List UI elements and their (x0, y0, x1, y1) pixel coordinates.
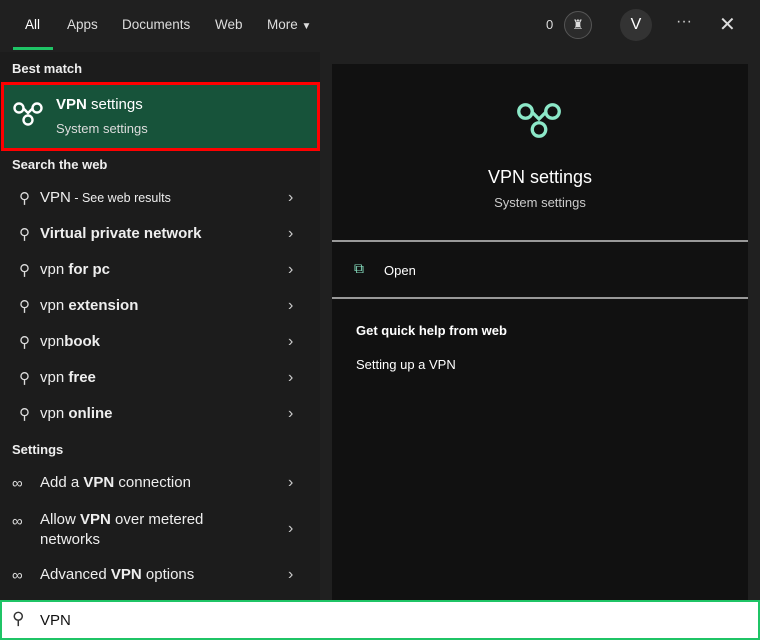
chevron-right-icon[interactable]: › (288, 225, 293, 243)
web-result[interactable]: ⚲ vpn free › (0, 360, 320, 396)
result-text: vpn (40, 405, 69, 422)
result-text-bold: extension (68, 297, 139, 314)
chevron-right-icon[interactable]: › (288, 520, 293, 538)
open-button[interactable]: ⧉ Open (354, 260, 554, 282)
search-icon: ⚲ (19, 190, 30, 207)
search-icon: ⚲ (12, 609, 25, 628)
vpn-icon: ∞ (12, 513, 23, 530)
result-text: Add a (40, 474, 84, 491)
web-result[interactable]: ⚲ vpn for pc › (0, 252, 320, 288)
tab-more[interactable]: More ▼ (267, 17, 311, 32)
best-title-rest: settings (86, 96, 143, 113)
chevron-right-icon[interactable]: › (288, 333, 293, 351)
rewards-points: 0 (546, 17, 554, 32)
result-text-bold: for pc (68, 261, 111, 278)
chevron-right-icon[interactable]: › (288, 297, 293, 315)
help-heading: Get quick help from web (356, 323, 507, 338)
result-text: vpn (40, 333, 65, 350)
result-text-bold: online (68, 405, 113, 422)
setting-result[interactable]: ∞ Advanced VPN options › (0, 557, 320, 593)
result-text: VPN (40, 189, 71, 206)
result-text: vpn (40, 261, 69, 278)
divider (332, 240, 748, 242)
tab-web[interactable]: Web (215, 17, 243, 32)
best-title-bold: VPN (56, 96, 87, 113)
best-match-vpn-settings[interactable]: VPN settings System settings (1, 82, 320, 151)
search-icon: ⚲ (19, 406, 30, 423)
chevron-right-icon[interactable]: › (288, 369, 293, 387)
best-subtitle: System settings (56, 121, 148, 136)
chevron-right-icon[interactable]: › (288, 189, 293, 207)
web-result[interactable]: ⚲ vpnbook › (0, 324, 320, 360)
avatar[interactable]: V (620, 9, 652, 41)
search-icon: ⚲ (19, 334, 30, 351)
search-icon: ⚲ (19, 226, 30, 243)
chevron-right-icon[interactable]: › (288, 261, 293, 279)
chevron-right-icon[interactable]: › (288, 474, 293, 492)
help-link[interactable]: Setting up a VPN (356, 357, 456, 372)
section-search-web: Search the web (12, 157, 108, 172)
result-text: connection (114, 474, 191, 491)
result-text: options (141, 566, 195, 583)
web-result[interactable]: ⚲ Virtual private network › (0, 216, 320, 252)
result-text: Advanced (40, 566, 111, 583)
result-text-bold: book (64, 333, 101, 350)
result-text-bold: VPN (83, 474, 115, 491)
search-icon: ⚲ (19, 370, 30, 387)
top-bar: All Apps Documents Web More ▼ 0 ♜ V ··· … (0, 0, 760, 50)
web-result[interactable]: ⚲ VPN - See web results › (0, 180, 320, 216)
open-external-icon: ⧉ (354, 260, 364, 276)
result-text-bold: VPN (110, 566, 142, 583)
detail-title: VPN settings (487, 167, 593, 187)
search-icon: ⚲ (19, 262, 30, 279)
vpn-icon: ∞ (12, 474, 23, 492)
trophy-icon[interactable]: ♜ (564, 11, 592, 39)
tab-apps[interactable]: Apps (67, 17, 98, 32)
result-text: vpn (40, 297, 69, 314)
detail-panel: VPN settings System settings ⧉ Open Get … (332, 64, 748, 600)
web-result[interactable]: ⚲ vpn online › (0, 396, 320, 432)
result-text-bold: Virtual private network (40, 225, 202, 242)
search-input[interactable]: VPN (40, 612, 71, 629)
result-hint: - See web results (70, 191, 171, 205)
result-text: vpn (40, 369, 69, 386)
detail-subtitle: System settings (494, 195, 586, 210)
tab-more-label: More (267, 17, 298, 32)
vpn-settings-icon (517, 103, 561, 138)
divider (332, 297, 748, 299)
section-best-match: Best match (12, 61, 83, 76)
active-tab-indicator (13, 47, 53, 50)
ellipsis-icon[interactable]: ··· (676, 13, 692, 31)
web-result[interactable]: ⚲ vpn extension › (0, 288, 320, 324)
close-icon[interactable]: ✕ (719, 12, 736, 37)
open-label: Open (384, 263, 416, 278)
setting-result[interactable]: ∞ Allow VPN over metered networks › (0, 509, 320, 549)
section-settings: Settings (12, 442, 64, 457)
result-text: Allow (40, 511, 81, 528)
tab-all[interactable]: All (25, 17, 40, 32)
search-icon: ⚲ (19, 298, 30, 315)
search-box[interactable]: ⚲ VPN (0, 600, 760, 640)
result-text-bold: free (68, 369, 96, 386)
tab-documents[interactable]: Documents (122, 17, 190, 32)
vpn-icon (13, 102, 43, 126)
chevron-right-icon[interactable]: › (288, 566, 293, 584)
setting-result[interactable]: ∞ Add a VPN connection › (0, 465, 320, 501)
caret-down-icon: ▼ (301, 21, 312, 32)
result-text-bold: VPN (80, 511, 111, 528)
vpn-icon: ∞ (12, 566, 23, 584)
chevron-right-icon[interactable]: › (288, 405, 293, 423)
